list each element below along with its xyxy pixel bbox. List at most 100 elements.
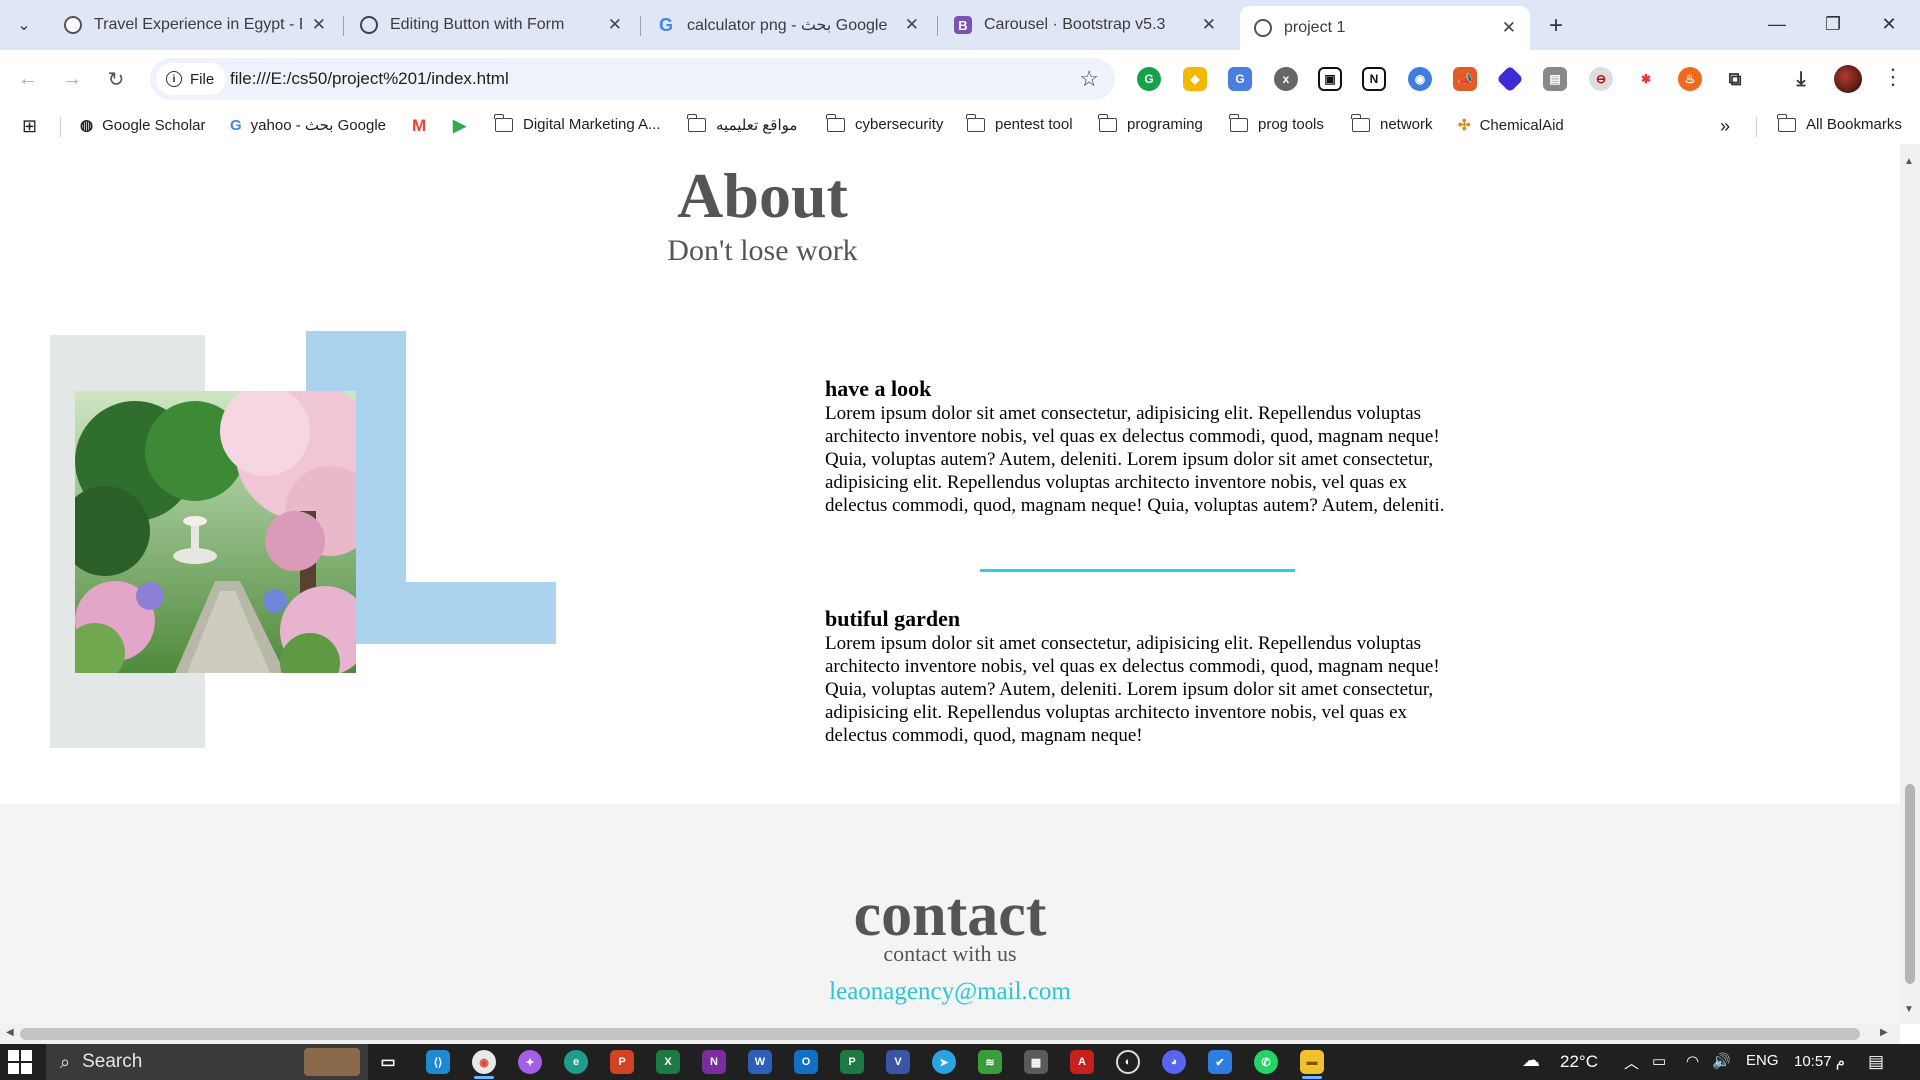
chrome-icon[interactable]: ◉ bbox=[472, 1050, 496, 1074]
apps-grid-icon[interactable]: ⊞ bbox=[22, 116, 37, 137]
tab-search-button[interactable]: ⌄ bbox=[8, 10, 40, 40]
site-info-chip[interactable]: i File bbox=[156, 63, 227, 95]
profile-avatar[interactable] bbox=[1834, 65, 1862, 93]
bookmark-folder-digital-marketing[interactable]: Digital Marketing A... bbox=[494, 113, 661, 133]
stack-app-icon[interactable]: ≋ bbox=[978, 1050, 1002, 1074]
excel-icon[interactable]: X bbox=[656, 1050, 680, 1074]
megaphone-extension-icon[interactable]: 📣 bbox=[1453, 67, 1477, 91]
grammarly-extension-icon[interactable]: G bbox=[1137, 67, 1161, 91]
reload-button[interactable]: ↻ bbox=[100, 63, 132, 95]
acrobat-icon[interactable]: A bbox=[1070, 1050, 1094, 1074]
bug-extension-icon[interactable]: ✱ bbox=[1634, 67, 1658, 91]
todo-icon[interactable]: ✔ bbox=[1208, 1050, 1232, 1074]
bookmark-play[interactable]: ▶ bbox=[453, 116, 475, 136]
minimize-button[interactable]: — bbox=[1754, 8, 1800, 40]
language-indicator[interactable]: ENG bbox=[1746, 1052, 1779, 1069]
weather-icon[interactable]: ☁ bbox=[1522, 1050, 1540, 1071]
diamond-extension-icon[interactable] bbox=[1496, 65, 1524, 93]
notion-extension-icon[interactable]: N bbox=[1362, 67, 1386, 91]
vertical-scroll-thumb[interactable] bbox=[1905, 784, 1915, 984]
edge-icon[interactable]: e bbox=[564, 1050, 588, 1074]
wifi-icon[interactable]: ◠ bbox=[1686, 1052, 1699, 1070]
tab-title: project 1 bbox=[1284, 19, 1346, 36]
tab-project-1[interactable]: project 1 ✕ bbox=[1240, 6, 1530, 50]
scroll-right-arrow-icon[interactable]: ▶ bbox=[1880, 1027, 1888, 1038]
close-icon[interactable]: ✕ bbox=[312, 15, 326, 35]
more-bookmarks-chevron-icon[interactable]: » bbox=[1720, 116, 1730, 137]
bookmark-chemicalaid[interactable]: ✣ ChemicalAid bbox=[1458, 116, 1564, 135]
scroll-down-arrow-icon[interactable]: ▼ bbox=[1904, 1004, 1914, 1015]
new-tab-button[interactable]: + bbox=[1540, 12, 1572, 40]
bookmark-label: مواقع تعليميه bbox=[716, 117, 798, 134]
task-view-icon[interactable]: ▭ bbox=[376, 1050, 400, 1074]
discord-icon[interactable]: ◕ bbox=[1162, 1050, 1186, 1074]
horizontal-scrollbar[interactable]: ◀ ▶ bbox=[0, 1024, 1900, 1044]
keep-extension-icon[interactable]: ◆ bbox=[1183, 67, 1207, 91]
copilot-icon[interactable]: ✦ bbox=[518, 1050, 542, 1074]
bookmark-folder-educational[interactable]: مواقع تعليميه bbox=[687, 114, 798, 134]
blocker-extension-icon[interactable]: ⊖ bbox=[1589, 67, 1613, 91]
close-icon[interactable]: ✕ bbox=[1502, 18, 1516, 38]
bookmark-folder-pentest[interactable]: pentest tool bbox=[966, 113, 1073, 133]
restore-button[interactable]: ❐ bbox=[1810, 8, 1856, 40]
bookmark-star-icon[interactable]: ☆ bbox=[1079, 66, 1099, 92]
vscode-icon[interactable]: ⟨⟩ bbox=[426, 1050, 450, 1074]
bookmark-folder-prog-tools[interactable]: prog tools bbox=[1229, 113, 1324, 133]
bookmark-google-scholar[interactable]: ◍ Google Scholar bbox=[80, 116, 206, 135]
tab-calculator[interactable]: G calculator png - بحث Google ✕ bbox=[643, 8, 933, 42]
download-icon[interactable]: ⤓ bbox=[1789, 67, 1813, 91]
visio-icon[interactable]: V bbox=[886, 1050, 910, 1074]
pip-extension-icon[interactable]: ▣ bbox=[1318, 67, 1342, 91]
taskbar-search-box[interactable]: ⌕ Search bbox=[46, 1044, 368, 1080]
back-button[interactable]: ← bbox=[12, 63, 44, 95]
menu-kebab-icon[interactable]: ⋮ bbox=[1882, 64, 1904, 90]
close-icon[interactable]: ✕ bbox=[1202, 15, 1216, 35]
weather-temp[interactable]: 22°C bbox=[1560, 1052, 1598, 1072]
tab-bootstrap-carousel[interactable]: B Carousel · Bootstrap v5.3 ✕ bbox=[940, 8, 1230, 42]
vpn-extension-icon[interactable]: ◉ bbox=[1408, 67, 1432, 91]
clock[interactable]: 10:57 م bbox=[1794, 1052, 1845, 1070]
bookmark-folder-programing[interactable]: programing bbox=[1098, 113, 1203, 133]
bookmark-yahoo[interactable]: G yahoo - بحث Google bbox=[230, 116, 387, 135]
tab-travel-egypt[interactable]: Travel Experience in Egypt - Blo ✕ bbox=[50, 8, 340, 42]
tab-editing-button[interactable]: Editing Button with Form ✕ bbox=[346, 8, 636, 42]
battery-icon[interactable]: ▭ bbox=[1652, 1052, 1666, 1070]
tray-overflow-chevron-icon[interactable]: ︿ bbox=[1624, 1052, 1639, 1073]
vertical-scrollbar[interactable]: ▲ ▼ bbox=[1900, 144, 1920, 1024]
translate-extension-icon[interactable]: G bbox=[1228, 67, 1252, 91]
word-icon[interactable]: W bbox=[748, 1050, 772, 1074]
scroll-up-arrow-icon[interactable]: ▲ bbox=[1904, 156, 1914, 167]
bookmark-label: yahoo - بحث Google bbox=[250, 117, 387, 134]
onenote-icon[interactable]: N bbox=[702, 1050, 726, 1074]
powerpoint-icon[interactable]: P bbox=[610, 1050, 634, 1074]
puzzle-extensions-icon[interactable]: ⧉ bbox=[1723, 67, 1747, 91]
section-paragraph: Lorem ipsum dolor sit amet consectetur, … bbox=[825, 633, 1440, 746]
bookmark-folder-network[interactable]: network bbox=[1351, 113, 1433, 133]
bookmark-folder-cybersecurity[interactable]: cybersecurity bbox=[826, 113, 943, 133]
windows-start-button[interactable] bbox=[8, 1050, 36, 1074]
file-explorer-icon[interactable]: ▬ bbox=[1300, 1050, 1324, 1074]
extension-x-icon[interactable]: x bbox=[1274, 67, 1298, 91]
notifications-icon[interactable]: ▤ bbox=[1868, 1052, 1884, 1072]
url-text[interactable]: file:///E:/cs50/project%201/index.html bbox=[230, 69, 509, 89]
table-extension-icon[interactable]: ▤ bbox=[1543, 67, 1567, 91]
address-bar[interactable]: i File file:///E:/cs50/project%201/index… bbox=[150, 58, 1115, 100]
telegram-icon[interactable]: ➤ bbox=[932, 1050, 956, 1074]
fire-extension-icon[interactable]: ♨ bbox=[1678, 67, 1702, 91]
whatsapp-icon[interactable]: ✆ bbox=[1254, 1050, 1278, 1074]
horizontal-scroll-thumb[interactable] bbox=[20, 1028, 1860, 1040]
close-icon[interactable]: ✕ bbox=[905, 15, 919, 35]
bookmark-gmail[interactable]: M bbox=[412, 116, 435, 136]
close-icon[interactable]: ✕ bbox=[608, 15, 622, 35]
close-window-button[interactable]: ✕ bbox=[1866, 8, 1912, 40]
scroll-left-arrow-icon[interactable]: ◀ bbox=[6, 1027, 14, 1038]
obs-icon[interactable]: ◐ bbox=[1116, 1050, 1140, 1074]
all-bookmarks-button[interactable]: All Bookmarks bbox=[1777, 113, 1902, 133]
forward-button[interactable]: → bbox=[56, 63, 88, 95]
folder-icon bbox=[1351, 113, 1370, 132]
contact-email-link[interactable]: leaonagency@mail.com bbox=[0, 978, 1900, 1006]
calculator-icon[interactable]: ▦ bbox=[1024, 1050, 1048, 1074]
volume-icon[interactable]: 🔊 bbox=[1712, 1052, 1731, 1070]
outlook-icon[interactable]: O bbox=[794, 1050, 818, 1074]
publisher-icon[interactable]: P bbox=[840, 1050, 864, 1074]
